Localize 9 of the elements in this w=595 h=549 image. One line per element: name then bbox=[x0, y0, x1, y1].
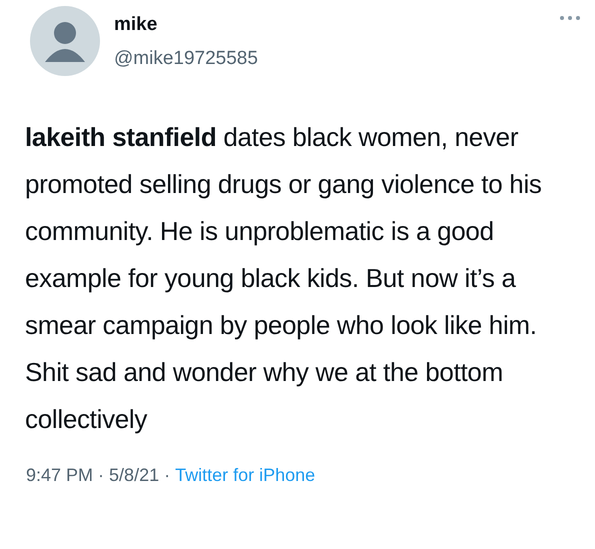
avatar-icon[interactable] bbox=[30, 6, 100, 76]
tweet-date: 5/8/21 bbox=[109, 465, 160, 486]
tweet-time: 9:47 PM bbox=[26, 465, 94, 486]
author-handle[interactable]: @mike19725585 bbox=[114, 48, 545, 70]
more-icon[interactable] bbox=[559, 14, 581, 22]
author-name[interactable]: mike bbox=[114, 14, 545, 36]
separator-dot: · bbox=[98, 465, 104, 486]
tweet-text: lakeith stanfield dates black women, never promoted selling drugs or gang violence to his community. He is unproblematic is a good example for young black kids. But now it’s a smear campaign by people who look like him. Shit sad and wonder why we at the bottom collectively bbox=[25, 121, 543, 436]
separator-dot: · bbox=[164, 465, 170, 486]
